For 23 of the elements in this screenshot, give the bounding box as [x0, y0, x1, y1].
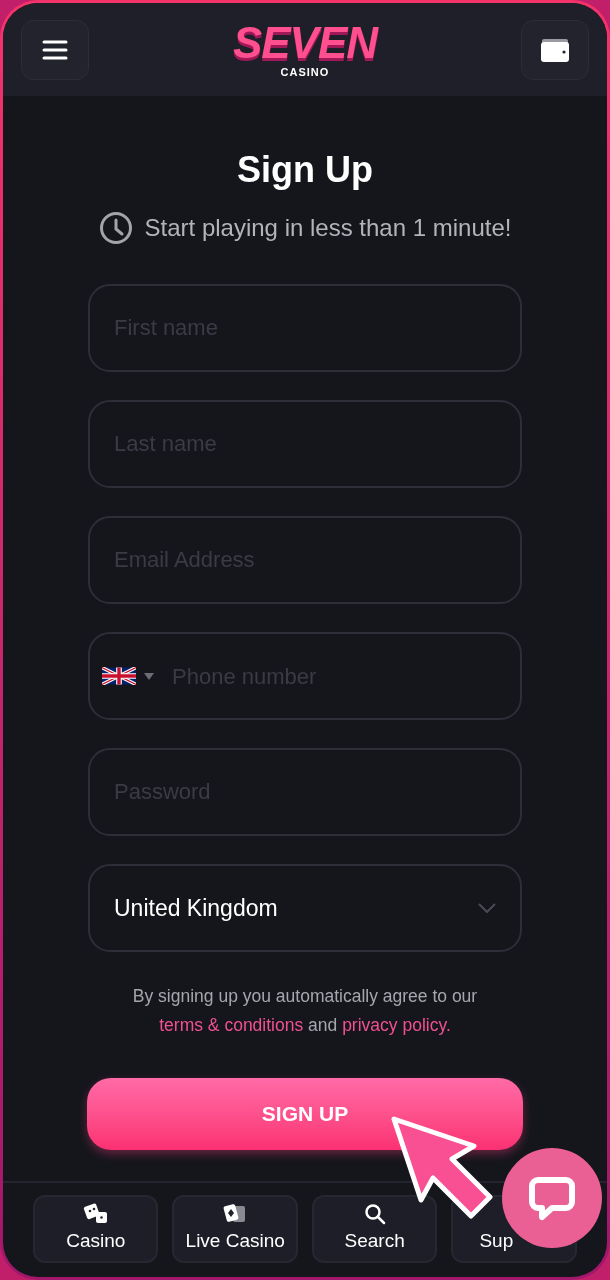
nav-tab[interactable]: Search — [311, 1195, 438, 1263]
logo-wordmark: SEVEN — [232, 21, 378, 65]
menu-icon — [42, 38, 68, 61]
nav-tab[interactable]: Live Casino — [172, 1195, 298, 1263]
page-title: Sign Up — [237, 152, 373, 188]
chevron-down-icon — [478, 903, 496, 913]
wallet-icon — [540, 36, 570, 63]
dropdown-caret-icon[interactable] — [144, 672, 154, 680]
privacy-link[interactable]: privacy policy. — [342, 1015, 451, 1035]
wallet-button[interactable] — [521, 19, 589, 80]
nav-tab[interactable]: Casino — [33, 1195, 159, 1263]
flag-icon[interactable] — [102, 667, 136, 685]
dice-icon — [82, 1202, 109, 1225]
agreement-text: By signing up you automatically agree to our terms & conditions and privacy policy. — [131, 985, 479, 1037]
menu-button[interactable] — [21, 19, 89, 80]
logo-tagline: CASINO — [280, 67, 330, 78]
country-select[interactable]: United Kingdom — [88, 864, 522, 952]
subtitle: Start playing in less than 1 minute! — [144, 213, 512, 243]
cursor-icon — [389, 1115, 495, 1219]
terms-link[interactable]: terms & conditions — [159, 1015, 304, 1035]
clock-icon — [98, 211, 133, 245]
search-icon — [363, 1202, 386, 1225]
chat-icon — [528, 1174, 576, 1222]
